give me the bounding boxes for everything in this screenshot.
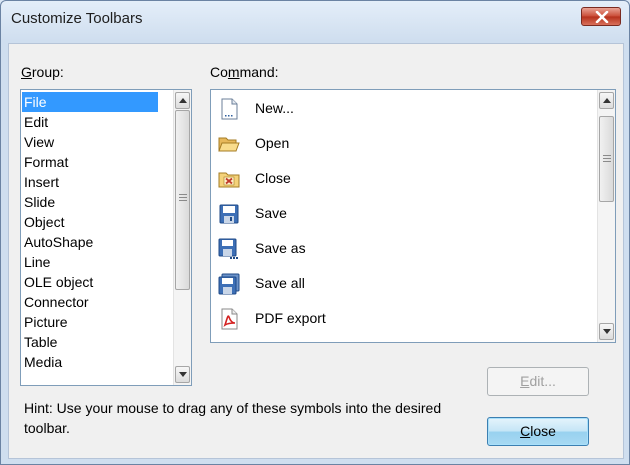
open-folder-icon [218, 137, 240, 152]
group-scrollbar[interactable] [173, 90, 191, 385]
command-scrollbar[interactable] [597, 90, 615, 342]
group-item-ole-object[interactable]: OLE object [22, 272, 158, 292]
customize-toolbars-dialog: Customize Toolbars Group: File Edit View Fo… [0, 0, 630, 465]
command-item-label: PDF export [255, 310, 326, 326]
arrow-down-icon [603, 329, 611, 334]
window-title: Customize Toolbars [11, 10, 143, 27]
command-label: Command: [210, 64, 279, 80]
group-item-media[interactable]: Media [22, 352, 158, 372]
title-bar[interactable]: Customize Toolbars [1, 1, 629, 35]
command-scroll-thumb[interactable] [599, 116, 614, 202]
dialog-body: Group: File Edit View Format Insert Slide Obje… [8, 43, 624, 459]
group-item-file[interactable]: File [22, 92, 158, 112]
command-item-new[interactable]: New... [212, 91, 592, 126]
save-all-icon [218, 273, 240, 295]
save-icon [219, 204, 239, 224]
arrow-up-icon [603, 98, 611, 103]
group-item-table[interactable]: Table [22, 332, 158, 352]
arrow-up-icon [179, 98, 187, 103]
group-item-picture[interactable]: Picture [22, 312, 158, 332]
hint-text: Hint: Use your mouse to drag any of thes… [24, 400, 442, 436]
group-item-object[interactable]: Object [22, 212, 158, 232]
command-item-save[interactable]: Save [212, 196, 592, 231]
group-label: Group: [21, 64, 64, 80]
command-list[interactable]: New... Open Close Save Save as Save all … [210, 89, 616, 343]
command-item-save-as[interactable]: Save as [212, 231, 592, 266]
save-as-icon [218, 238, 238, 259]
pdf-icon [221, 308, 238, 330]
group-scroll-up-button[interactable] [175, 92, 190, 109]
window-close-button[interactable] [581, 7, 621, 26]
group-scroll-thumb[interactable] [175, 110, 190, 290]
command-item-label: New... [255, 100, 294, 116]
close-button[interactable]: Close [487, 417, 589, 446]
command-scroll-up-button[interactable] [599, 92, 614, 109]
group-item-edit[interactable]: Edit [22, 112, 158, 132]
group-list[interactable]: File Edit View Format Insert Slide Object AutoS… [20, 89, 192, 386]
group-item-slide[interactable]: Slide [22, 192, 158, 212]
new-document-icon [221, 98, 238, 120]
group-item-connector[interactable]: Connector [22, 292, 158, 312]
command-item-label: Open [255, 135, 290, 151]
group-item-line[interactable]: Line [22, 252, 158, 272]
command-item-label: Save [255, 205, 287, 221]
command-item-close[interactable]: Close [212, 161, 592, 196]
group-scroll-down-button[interactable] [175, 366, 190, 383]
command-item-save-all[interactable]: Save all [212, 266, 592, 301]
arrow-down-icon [179, 372, 187, 377]
command-item-label: Save as [255, 240, 306, 256]
command-scroll-down-button[interactable] [599, 323, 614, 340]
command-item-pdf-export[interactable]: PDF export [212, 301, 592, 336]
command-item-open[interactable]: Open [212, 126, 592, 161]
close-icon [595, 11, 609, 23]
command-item-label: Close [255, 170, 291, 186]
group-item-insert[interactable]: Insert [22, 172, 158, 192]
edit-button[interactable]: Edit... [487, 367, 589, 396]
close-folder-icon [218, 172, 240, 188]
group-item-autoshape[interactable]: AutoShape [22, 232, 158, 252]
command-item-label: Save all [255, 275, 305, 291]
group-item-format[interactable]: Format [22, 152, 158, 172]
group-item-view[interactable]: View [22, 132, 158, 152]
